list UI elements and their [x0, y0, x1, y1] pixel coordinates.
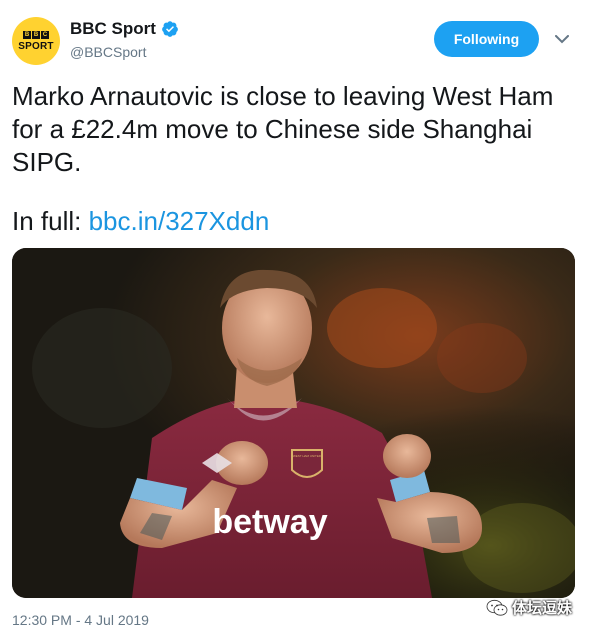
verified-badge-icon [162, 21, 178, 37]
display-name-row[interactable]: BBC Sport [70, 19, 179, 39]
watermark: 体坛逗妹 [486, 597, 572, 618]
tweet-timestamp[interactable]: 12:30 PM - 4 Jul 2019 [12, 612, 149, 628]
chevron-down-icon[interactable] [552, 29, 572, 49]
tweet-text: Marko Arnautovic is close to leaving Wes… [12, 81, 554, 177]
tweet-card: B B C SPORT BBC Sport @BBCSport Followin… [0, 0, 591, 633]
bbc-letter-c: C [41, 30, 49, 39]
tweet-link-line: In full: bbc.in/327Xddn [12, 205, 269, 238]
display-name[interactable]: BBC Sport [70, 19, 156, 39]
bbc-letter-b1: B [23, 30, 31, 39]
player-photo: betway WEST HAM UNITED [12, 248, 575, 598]
jersey-sponsor-text: betway [212, 503, 327, 541]
tweet-link[interactable]: bbc.in/327Xddn [89, 206, 270, 236]
crest-text: WEST HAM UNITED [293, 454, 322, 458]
watermark-text: 体坛逗妹 [512, 599, 573, 617]
avatar[interactable]: B B C SPORT [12, 17, 60, 65]
bbc-letter-b2: B [32, 30, 40, 39]
tweet-photo[interactable]: betway WEST HAM UNITED [12, 248, 575, 598]
avatar-sport-word: SPORT [18, 40, 54, 52]
link-prefix: In full: [12, 206, 89, 236]
wechat-icon [486, 599, 508, 616]
bbc-logo-blocks: B B C [23, 30, 49, 39]
account-handle[interactable]: @BBCSport [70, 44, 179, 60]
account-info: BBC Sport @BBCSport [70, 19, 179, 60]
following-button[interactable]: Following [434, 21, 539, 57]
